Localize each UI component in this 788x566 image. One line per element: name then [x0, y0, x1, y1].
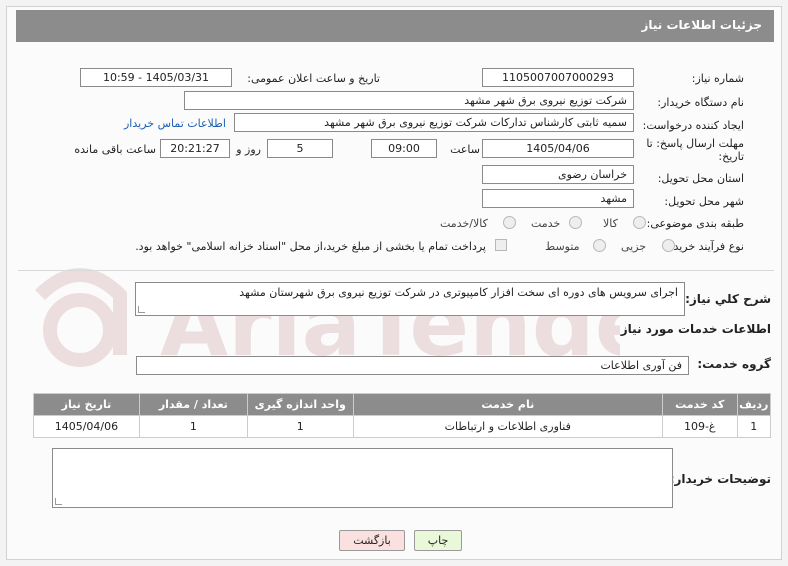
city-label: شهر محل تحویل:	[664, 195, 744, 208]
page-title: جزئیات اطلاعات نیاز	[16, 10, 774, 42]
category-radio-goods[interactable]	[633, 216, 646, 229]
resize-grip-icon[interactable]	[138, 306, 145, 313]
treasury-checkbox[interactable]	[495, 239, 507, 251]
purchase-option-minor: جزیی	[621, 240, 647, 253]
category-option-service: خدمت	[531, 217, 561, 230]
need-number-label: شماره نیاز:	[691, 72, 744, 85]
cell-unit: 1	[246, 415, 354, 438]
province-field: خراسان رضوی	[482, 165, 634, 184]
description-textarea[interactable]: اجرای سرویس های دوره ای سخت افزار کامپیو…	[135, 282, 685, 316]
col-quantity: تعداد / مقدار	[138, 393, 248, 416]
col-row: ردیف	[736, 393, 772, 416]
purchase-radio-minor[interactable]	[662, 239, 675, 252]
announce-label: تاریخ و ساعت اعلان عمومی:	[247, 72, 380, 85]
category-radio-service[interactable]	[569, 216, 582, 229]
cell-row: 1	[736, 415, 772, 438]
purchase-radio-medium[interactable]	[593, 239, 606, 252]
category-option-goods: کالا	[603, 217, 618, 230]
cell-service-code: غ-109	[661, 415, 738, 438]
table-row: 1 غ-109 فناوری اطلاعات و ارتباطات 1 1 14…	[33, 415, 772, 438]
deadline-time-field: 09:00	[371, 139, 437, 158]
announce-field: 1405/03/31 - 10:59	[80, 68, 232, 87]
buyer-notes-label: توضیحات خریدار:	[669, 472, 771, 486]
deadline-label: مهلت ارسال پاسخ: تا	[646, 137, 744, 150]
purchase-option-medium: متوسط	[545, 240, 580, 253]
resize-grip-icon[interactable]	[55, 498, 62, 505]
buyer-notes-textarea[interactable]	[52, 448, 673, 508]
deadline-date-field: 1405/04/06	[482, 139, 634, 158]
category-label: طبقه بندی موضوعی:	[646, 217, 744, 230]
col-unit: واحد اندازه گیری	[246, 393, 354, 416]
category-radio-goods-service[interactable]	[503, 216, 516, 229]
treasury-note: پرداخت تمام یا بخشی از مبلغ خرید،از محل …	[135, 240, 486, 253]
city-field: مشهد	[482, 189, 634, 208]
days-label: روز و	[236, 143, 261, 156]
services-section-title: اطلاعات خدمات مورد نیاز	[620, 322, 771, 336]
deadline-date-label: تاریخ:	[718, 150, 744, 163]
cell-need-date: 1405/04/06	[33, 415, 140, 438]
service-group-label: گروه خدمت:	[697, 357, 771, 371]
table-header-row: ردیف کد خدمت نام خدمت واحد اندازه گیری ت…	[33, 393, 772, 416]
remaining-label: ساعت باقی مانده	[74, 143, 156, 156]
buyer-contact-link[interactable]: اطلاعات تماس خریدار	[124, 117, 226, 130]
purchase-type-label: نوع فرآیند خرید :	[666, 240, 744, 253]
col-service-code: کد خدمت	[661, 393, 738, 416]
cell-service-name: فناوری اطلاعات و ارتباطات	[352, 415, 663, 438]
deadline-time-label: ساعت	[450, 143, 480, 156]
creator-field: سمیه ثابتی کارشناس تدارکات شرکت توزیع نی…	[234, 113, 634, 132]
aria-tender-watermark: AriaTender.net	[35, 268, 620, 376]
cell-quantity: 1	[138, 415, 248, 438]
col-need-date: تاریخ نیاز	[33, 393, 140, 416]
divider	[18, 270, 774, 271]
col-service-name: نام خدمت	[352, 393, 663, 416]
category-option-goods-service: کالا/خدمت	[440, 217, 488, 230]
service-group-field: فن آوری اطلاعات	[136, 356, 689, 375]
need-number-field: 1105007007000293	[482, 68, 634, 87]
days-field: 5	[267, 139, 333, 158]
province-label: استان محل تحویل:	[657, 172, 744, 185]
description-label: شرح کلي نياز:	[685, 292, 771, 306]
back-button[interactable]: بازگشت	[339, 530, 405, 551]
services-table: ردیف کد خدمت نام خدمت واحد اندازه گیری ت…	[33, 393, 772, 438]
print-button[interactable]: چاپ	[414, 530, 462, 551]
buyer-org-field: شرکت توزیع نیروی برق شهر مشهد	[184, 91, 634, 110]
description-text: اجرای سرویس های دوره ای سخت افزار کامپیو…	[239, 286, 678, 299]
buyer-org-label: نام دستگاه خریدار:	[657, 96, 744, 109]
creator-label: ایجاد کننده درخواست:	[642, 119, 744, 132]
remaining-time-field: 20:21:27	[160, 139, 230, 158]
